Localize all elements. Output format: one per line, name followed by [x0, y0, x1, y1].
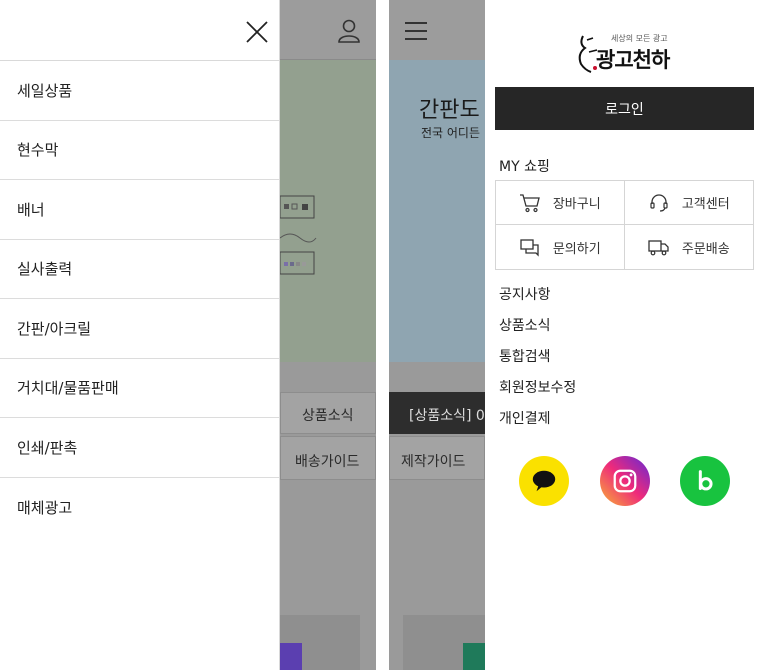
category-item-stand[interactable]: 거치대/물품판매: [0, 359, 279, 418]
login-button[interactable]: 로그인: [495, 87, 754, 130]
category-item-sale[interactable]: 세일상품: [0, 61, 279, 121]
link-notice[interactable]: 공지사항: [499, 285, 576, 316]
drawer-header: [0, 0, 279, 61]
chat-icon: [520, 239, 539, 257]
truck-icon: [648, 240, 669, 256]
page-header: [389, 0, 485, 60]
link-edit-profile[interactable]: 회원정보수정: [499, 378, 576, 409]
shortcut-customer-center[interactable]: 고객센터: [624, 181, 753, 225]
link-product-news[interactable]: 상품소식: [499, 316, 576, 347]
account-links: 공지사항 상품소식 통합검색 회원정보수정 개인결제: [499, 285, 576, 440]
tab-shipping-guide[interactable]: 배송가이드: [295, 451, 359, 471]
tab-news[interactable]: 상품소식: [302, 405, 354, 425]
shortcut-label: 고객센터: [681, 197, 730, 212]
category-drawer: 세일상품 현수막 배너 실사출력 간판/아크릴 거치대/물품판매 인쇄/판촉 매…: [0, 0, 280, 670]
hamburger-menu-icon[interactable]: [405, 22, 427, 40]
logo-text[interactable]: 광고천하: [596, 44, 670, 74]
logo-tagline: 세상의 모든 광고: [611, 34, 668, 43]
hero-subtitle: 전국 어디든: [421, 126, 481, 140]
notice-bar-text[interactable]: [상품소식] 0: [409, 405, 485, 425]
category-item-signboard[interactable]: 간판/아크릴: [0, 299, 279, 359]
shortcut-order-delivery[interactable]: 주문배송: [625, 225, 754, 269]
thumbnail-accent: [280, 643, 302, 670]
band-icon[interactable]: [680, 456, 730, 506]
kakaotalk-icon[interactable]: [519, 456, 569, 506]
user-icon[interactable]: [336, 18, 362, 44]
shortcut-label: 문의하기: [552, 241, 601, 257]
shortcut-label: 장바구니: [552, 197, 601, 212]
shortcut-cart[interactable]: 장바구니: [496, 181, 625, 225]
thumbnail-accent: [463, 643, 485, 670]
shortcut-grid: 장바구니 고객센터 문의하기 주문배송: [495, 180, 754, 270]
instagram-icon[interactable]: [600, 456, 650, 506]
shortcut-inquiry[interactable]: 문의하기: [496, 225, 625, 269]
category-item-banner-cloth[interactable]: 현수막: [0, 121, 279, 180]
category-item-printing[interactable]: 인쇄/판촉: [0, 418, 279, 478]
shortcut-label: 주문배송: [681, 241, 730, 257]
link-search[interactable]: 통합검색: [499, 347, 576, 378]
screen-divider: [376, 0, 389, 670]
category-item-banner[interactable]: 배너: [0, 180, 279, 240]
headset-icon: [650, 193, 668, 212]
tab-production-guide[interactable]: 제작가이드: [401, 451, 465, 471]
my-shopping-title: MY 쇼핑: [499, 159, 550, 175]
hero-title: 간판도: [419, 98, 480, 123]
hero-illustration: [280, 195, 317, 275]
close-icon[interactable]: [244, 19, 270, 45]
link-personal-payment[interactable]: 개인결제: [499, 409, 576, 440]
category-item-print[interactable]: 실사출력: [0, 240, 279, 299]
category-item-media-ad[interactable]: 매체광고: [0, 478, 279, 538]
cart-icon: [519, 193, 540, 212]
